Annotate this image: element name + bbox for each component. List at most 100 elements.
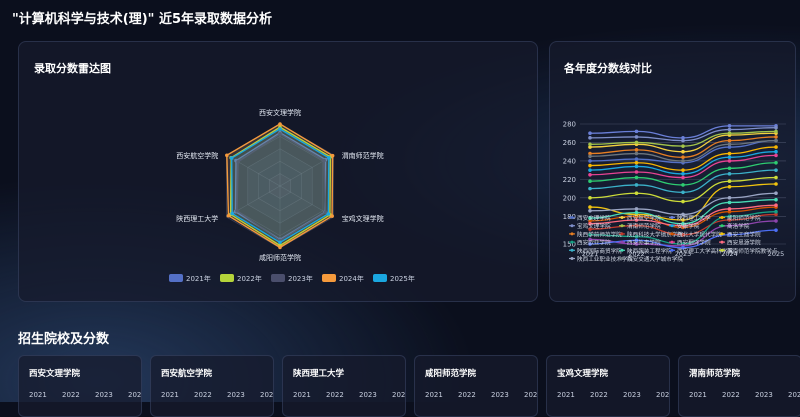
school-card[interactable]: 渭南师范学院 2021 2022 2023 2024 [678, 355, 800, 417]
legend-label[interactable]: 2022年 [237, 274, 262, 283]
legend-dot[interactable] [620, 240, 624, 244]
legend-label[interactable]: 西安文理学院 [577, 214, 611, 222]
legend-label[interactable]: 西安航空学院 [627, 214, 661, 222]
line-point [774, 129, 778, 134]
line-point [774, 203, 778, 208]
radar-indicator-label: 西安文理学院 [259, 108, 301, 117]
line-point [681, 144, 685, 148]
line-point [727, 179, 732, 184]
legend-swatch[interactable] [322, 274, 336, 282]
line-point [634, 135, 639, 139]
legend-swatch[interactable] [373, 274, 387, 282]
legend-dot[interactable] [670, 224, 674, 228]
line-point [681, 172, 685, 176]
year-label: 2022 [194, 391, 212, 399]
legend-swatch[interactable] [271, 274, 285, 282]
line-point [634, 140, 639, 145]
line-point [727, 138, 732, 143]
radar-point [327, 155, 331, 160]
legend-dot[interactable] [570, 240, 574, 244]
legend-swatch[interactable] [220, 274, 234, 282]
legend-dot[interactable] [620, 216, 624, 219]
school-name: 陕西理工大学 [293, 369, 345, 379]
line-point [774, 153, 778, 158]
legend-label[interactable]: 2025年 [390, 274, 415, 283]
line-point [634, 191, 639, 196]
line-point [681, 199, 685, 204]
legend-dot[interactable] [720, 224, 724, 228]
legend-label[interactable]: 西安翻译学院 [677, 239, 711, 247]
legend-dot[interactable] [670, 240, 674, 244]
legend-label[interactable]: 咸阳师范学院 [727, 214, 761, 222]
legend-label[interactable]: 安康学院 [677, 222, 700, 230]
legend-label[interactable]: 西北大学现代学院 [677, 230, 722, 238]
legend-dot[interactable] [720, 240, 724, 244]
line-point [774, 197, 778, 202]
legend-label[interactable]: 渭南师范学院教学点 [727, 247, 778, 255]
legend-label[interactable]: 陕西理工大学 [677, 214, 711, 222]
legend-label[interactable]: 西安工商学院 [727, 230, 761, 238]
legend-label[interactable]: 渭南师范学院 [627, 222, 661, 230]
legend-swatch[interactable] [169, 274, 183, 282]
legend-dot[interactable] [570, 216, 574, 219]
legend-label[interactable]: 西安交通大学城市学院 [627, 255, 683, 263]
legend-dot[interactable] [570, 257, 574, 260]
legend-label[interactable]: 商洛学院 [727, 222, 750, 230]
legend-dot[interactable] [720, 248, 724, 252]
legend-label[interactable]: 西安欧亚学院 [577, 239, 611, 247]
legend-label[interactable]: 2023年 [288, 274, 313, 283]
legend-label[interactable]: 陕西服装工程学院 [627, 247, 672, 255]
legend-label[interactable]: 西安外事学院 [627, 239, 661, 247]
line-point [634, 157, 639, 161]
radar-point [330, 214, 334, 218]
legend-label[interactable]: 陕西学前师范学院 [577, 230, 622, 238]
legend-dot[interactable] [570, 232, 574, 236]
legend-label[interactable]: 西安思源学院 [727, 239, 761, 247]
legend-dot[interactable] [570, 248, 574, 252]
legend-dot[interactable] [720, 216, 724, 219]
legend-dot[interactable] [670, 216, 674, 219]
line-point [588, 136, 592, 140]
legend-label[interactable]: 2024年 [339, 274, 364, 283]
line-point [588, 163, 592, 168]
year-label: 2021 [425, 391, 443, 399]
line-chart-card: 各年度分数线对比 150 180 200 220 240 260 280 2021 2022 20… [549, 41, 796, 302]
line-point [727, 172, 732, 176]
line-point [774, 191, 778, 196]
line-point [634, 175, 639, 180]
school-card[interactable]: 西安航空学院 2021 2022 2023 2024 [150, 355, 274, 417]
school-card[interactable]: 咸阳师范学院 2021 2022 2023 2024 [414, 355, 538, 417]
school-card[interactable]: 宝鸡文理学院 2021 2022 2023 2024 [546, 355, 670, 417]
y-tick-label: 240 [563, 157, 576, 165]
year-label: 2023 [755, 391, 773, 399]
legend-dot[interactable] [620, 224, 624, 228]
line-series-陕西工业职业技术学院[interactable] [589, 192, 777, 216]
legend-dot[interactable] [720, 232, 724, 236]
school-name: 咸阳师范学院 [425, 369, 477, 379]
year-label: 2024 [392, 391, 406, 399]
legend-dot[interactable] [620, 248, 624, 252]
line-point [634, 207, 639, 211]
line-point [681, 190, 685, 195]
page-title: "计算机科学与技术(理)" 近5年录取数据分析 [12, 12, 273, 27]
legend-dot[interactable] [620, 257, 624, 260]
school-name: 宝鸡文理学院 [557, 369, 609, 379]
legend-dot[interactable] [620, 232, 624, 236]
year-label: 2022 [326, 391, 344, 399]
legend-label[interactable]: 2021年 [186, 274, 211, 283]
radar-point [226, 213, 231, 218]
line-point [727, 127, 732, 132]
school-name: 西安文理学院 [29, 369, 81, 379]
legend-label[interactable]: 宝鸡文理学院 [577, 222, 611, 230]
legend-label[interactable]: 陕西国际商贸学院 [577, 247, 622, 255]
school-card[interactable]: 西安文理学院 2021 2022 2023 2024 [18, 355, 142, 417]
legend-dot[interactable] [670, 248, 674, 252]
school-year-axis: 2021 2022 2023 2024 [293, 391, 405, 399]
radar-point [225, 153, 229, 158]
year-label: 2021 [161, 391, 179, 399]
school-card[interactable]: 陕西理工大学 2021 2022 2023 2024 [282, 355, 406, 417]
legend-dot[interactable] [570, 224, 574, 228]
line-point [588, 168, 592, 172]
line-point [588, 131, 592, 136]
legend-dot[interactable] [670, 232, 674, 236]
